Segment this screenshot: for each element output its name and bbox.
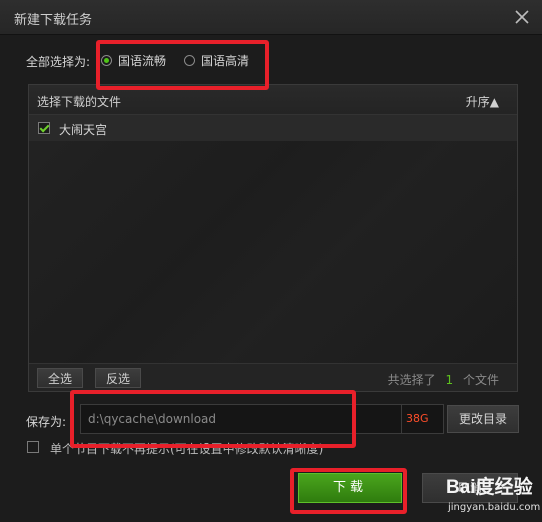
file-list-panel: 选择下载的文件 升序▲ 大闹天宫 全选 反选 共选择了 1 个文件 [28,84,518,392]
selection-count: 共选择了 1 个文件 [388,371,499,388]
list-item[interactable]: 大闹天宫 [29,115,517,141]
file-list-footer: 全选 反选 共选择了 1 个文件 [29,363,517,391]
title-bar: 新建下载任务 [0,0,542,35]
count-value: 1 [445,373,454,387]
download-button[interactable]: 下载 [298,473,402,503]
change-directory-button[interactable]: 更改目录 [447,405,519,433]
sort-ascending-button[interactable]: 升序▲ [466,93,499,110]
close-icon[interactable] [510,5,534,29]
window-title: 新建下载任务 [14,13,93,28]
file-list-header: 选择下载的文件 升序▲ [29,85,517,115]
file-checkbox[interactable] [38,122,50,134]
file-name: 大闹天宫 [59,123,108,137]
save-path-input[interactable]: d:\qycache\download [80,404,402,434]
radio-hd[interactable]: 国语高清 [184,52,249,69]
tip-text: 单个节目下载不再提示(可在设置中修改默认清晰度) [50,442,324,456]
watermark-brand: Bai度经验 [446,477,533,498]
radio-fluent[interactable]: 国语流畅 [101,52,166,69]
select-all-button[interactable]: 全选 [37,368,84,388]
radio-fluent-label: 国语流畅 [118,54,167,68]
radio-hd-label: 国语高清 [201,54,250,68]
count-suffix: 个文件 [462,373,499,387]
watermark-url: jingyan.baidu.com [448,502,541,513]
watermark: Bai度经验 jingyan.baidu.com [438,466,541,518]
radio-selected-icon [101,55,112,66]
quality-label: 全部选择为: [26,55,91,69]
panel-background [29,115,517,365]
radio-unselected-icon [184,55,195,66]
free-space-badge: 38G [402,404,444,434]
save-label: 保存为: [26,415,67,429]
tip-checkbox[interactable] [27,441,39,453]
invert-selection-button[interactable]: 反选 [95,368,142,388]
file-list-header-label: 选择下载的文件 [37,95,122,109]
count-prefix: 共选择了 [387,373,436,387]
